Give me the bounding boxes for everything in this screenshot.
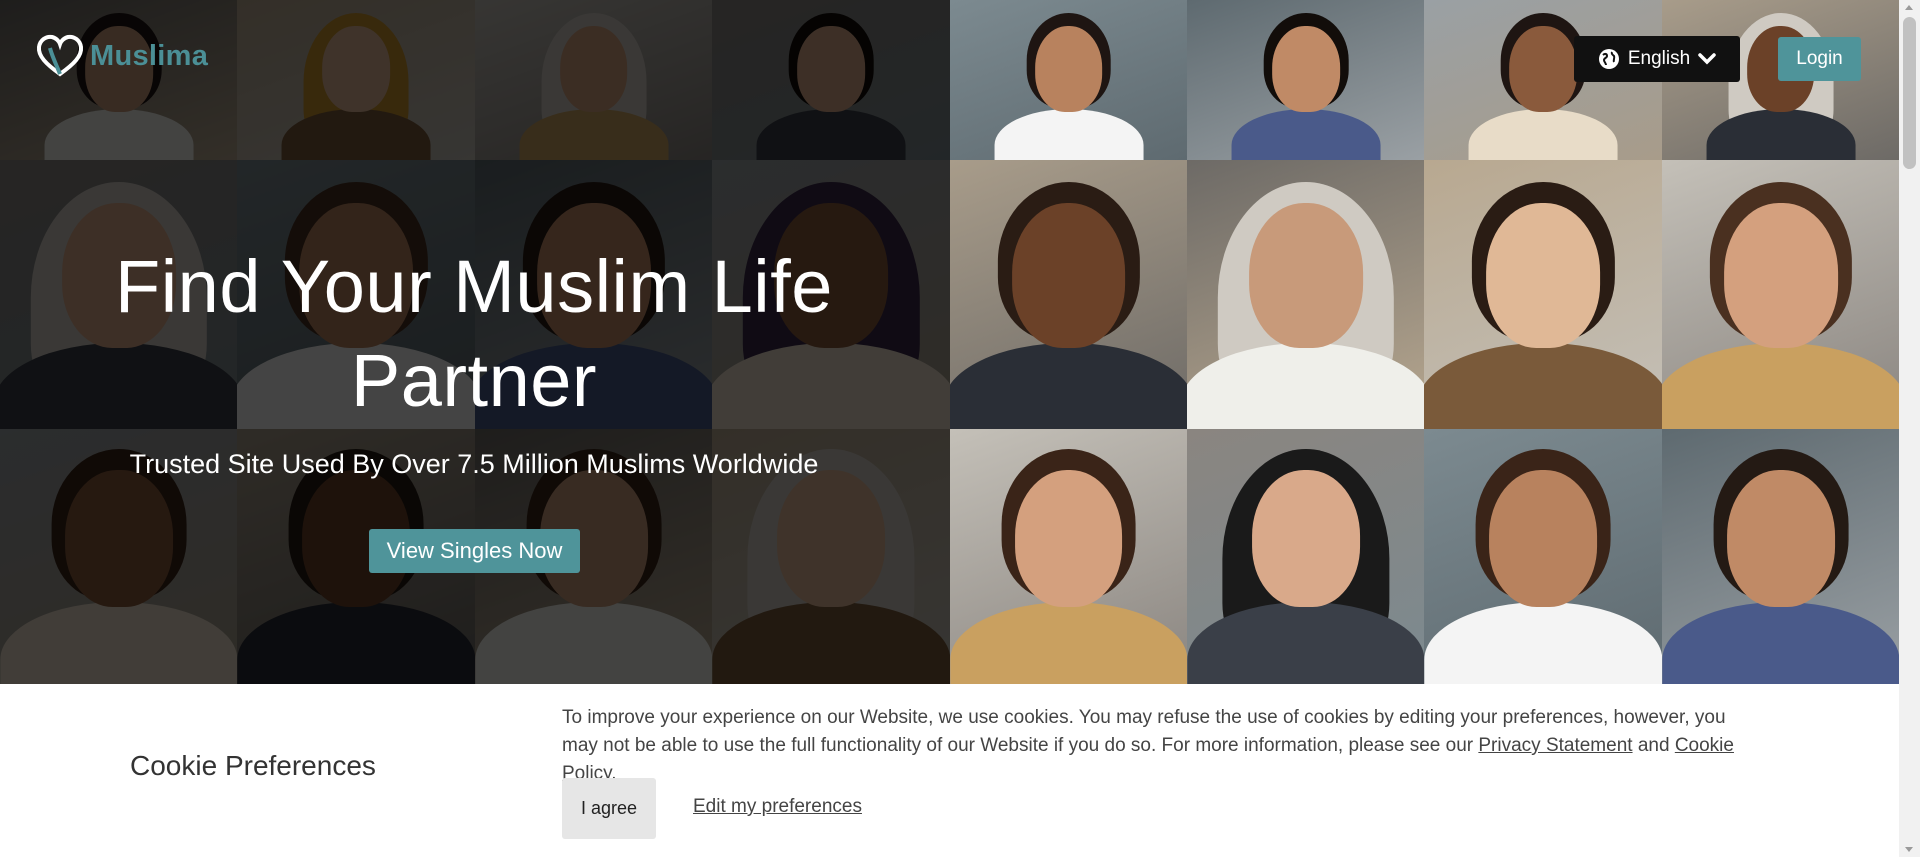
profile-photo (1661, 160, 1899, 429)
agree-button[interactable]: I agree (562, 778, 656, 839)
profile-photo (1187, 429, 1425, 684)
scroll-down-arrow-icon[interactable] (1905, 847, 1913, 852)
brand-name: Muslima (90, 39, 209, 72)
scroll-thumb[interactable] (1903, 17, 1916, 169)
profile-photo (949, 429, 1188, 684)
headline-line-1: Find Your Muslim Life (115, 245, 833, 328)
page-scrollbar[interactable] (1899, 0, 1920, 857)
profile-photo (949, 0, 1188, 160)
profile-photo (1187, 160, 1425, 429)
profile-photo (1661, 429, 1899, 684)
hero-section: Muslima English Login Find Your Muslim L… (0, 0, 1899, 684)
profile-photo (949, 160, 1188, 429)
profile-photo (1187, 0, 1425, 160)
headline-line-2: Partner (350, 339, 598, 422)
language-selector[interactable]: English (1574, 36, 1740, 82)
cookie-title: Cookie Preferences (130, 750, 376, 781)
view-singles-button[interactable]: View Singles Now (369, 529, 580, 573)
logo[interactable]: Muslima (36, 34, 208, 78)
hero-headline: Find Your Muslim Life Partner (98, 240, 850, 428)
profile-photo (1424, 160, 1663, 429)
cookie-banner: Cookie Preferences To improve your exper… (0, 684, 1899, 857)
profile-photo (1424, 429, 1663, 684)
globe-icon (1598, 49, 1619, 69)
chevron-down-icon (1698, 53, 1716, 65)
language-label: English (1627, 48, 1691, 69)
heart-logo-icon (36, 34, 84, 77)
scroll-up-arrow-icon[interactable] (1905, 5, 1913, 10)
privacy-statement-link[interactable]: Privacy Statement (1478, 735, 1632, 756)
cookie-text-between: and (1632, 735, 1675, 756)
login-button[interactable]: Login (1778, 37, 1861, 81)
edit-preferences-link[interactable]: Edit my preferences (693, 796, 862, 818)
hero-subheadline: Trusted Site Used By Over 7.5 Million Mu… (129, 449, 819, 479)
cookie-description: To improve your experience on our Websit… (562, 704, 1752, 788)
